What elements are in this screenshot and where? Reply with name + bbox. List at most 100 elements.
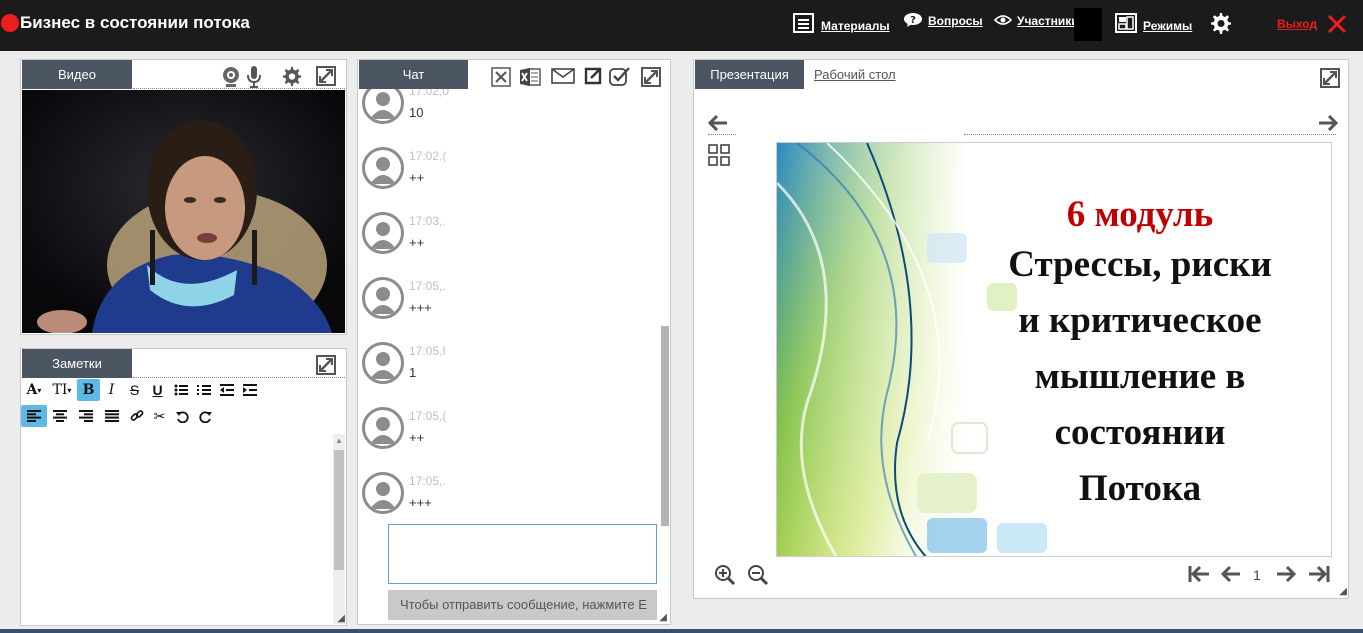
email-icon[interactable] — [551, 68, 575, 84]
user-avatar-icon — [362, 342, 404, 384]
checklist-icon[interactable] — [609, 66, 631, 86]
left-nav-divider — [708, 134, 736, 135]
user-avatar-icon — [362, 407, 404, 449]
previous-page-icon[interactable] — [1221, 565, 1241, 583]
chat-message: 17:05,. +++ — [362, 277, 662, 327]
redo-icon[interactable] — [194, 405, 217, 427]
notes-scrollbar-thumb[interactable] — [334, 450, 344, 570]
align-left-icon[interactable] — [21, 405, 47, 427]
align-justify-icon[interactable] — [99, 405, 125, 427]
materials-link[interactable]: Материалы — [792, 12, 890, 34]
align-right-icon[interactable] — [73, 405, 99, 427]
chat-message: 17:02,( ++ — [362, 147, 662, 197]
chat-message-input[interactable] — [388, 524, 657, 584]
video-expand-icon[interactable] — [316, 66, 336, 86]
message-text: ++ — [409, 170, 425, 185]
webcam-icon[interactable] — [221, 65, 241, 89]
popout-icon[interactable] — [584, 67, 602, 85]
chat-expand-icon[interactable] — [641, 67, 661, 87]
font-color-button[interactable]: A ▾ — [21, 379, 47, 401]
chat-panel: 17:02,0 10 17:02,( ++ 17:03,. ++ 17:05,.… — [357, 59, 671, 625]
align-center-icon[interactable] — [47, 405, 73, 427]
eye-icon — [994, 15, 1012, 25]
next-page-icon[interactable] — [1276, 565, 1296, 583]
underline-button[interactable]: U — [146, 379, 169, 401]
modes-label: Режимы — [1143, 19, 1193, 33]
chat-header: Чат — [358, 60, 670, 90]
notes-expand-icon[interactable] — [316, 355, 336, 375]
message-time: 17:03,. — [409, 214, 446, 228]
tab-video[interactable]: Видео — [22, 60, 132, 89]
exit-close-icon[interactable] — [1327, 14, 1347, 34]
zoom-out-icon[interactable] — [747, 564, 769, 586]
chat-message: 17:05,. +++ — [362, 472, 662, 522]
questions-label: Вопросы — [928, 14, 983, 28]
chat-message-list: 17:02,0 10 17:02,( ++ 17:03,. ++ 17:05,.… — [358, 60, 658, 520]
slide-module-title: 6 модуль — [1066, 194, 1214, 235]
notes-resize-handle[interactable]: ◢ — [337, 613, 345, 624]
video-panel: Видео — [20, 59, 347, 335]
outdent-icon[interactable] — [215, 379, 238, 401]
record-indicator-icon — [1, 14, 19, 32]
notes-toolbar-row-2: ✂ — [21, 405, 217, 427]
participants-label: Участники — [1017, 14, 1079, 28]
message-text: 1 — [409, 365, 417, 380]
message-text: +++ — [409, 300, 432, 315]
zoom-in-icon[interactable] — [714, 564, 736, 586]
message-time: 17:05,. — [409, 279, 446, 293]
tab-notes[interactable]: Заметки — [22, 349, 132, 378]
presentation-slide: 6 модуль Стрессы, риски и критическое мы… — [776, 142, 1332, 557]
slide-title-line: мышление в — [1034, 356, 1246, 397]
grid-view-icon[interactable] — [708, 144, 730, 166]
tab-chat[interactable]: Чат — [359, 60, 468, 89]
video-settings-gear-icon[interactable] — [281, 66, 303, 88]
svg-text:?: ? — [910, 15, 916, 26]
video-tab-divider — [133, 88, 345, 89]
bold-button[interactable]: B — [77, 379, 100, 401]
question-icon: ? — [904, 13, 922, 27]
materials-icon — [793, 13, 814, 33]
notes-tab-divider — [133, 377, 345, 378]
user-avatar-icon — [362, 147, 404, 189]
slide-title-line: состоянии — [1054, 412, 1226, 453]
strikethrough-button[interactable]: S — [123, 379, 146, 401]
tab-desktop[interactable]: Рабочий стол — [814, 67, 896, 82]
slide-title-block: 6 модуль Стрессы, риски и критическое мы… — [955, 193, 1325, 517]
chat-scrollbar[interactable] — [661, 326, 669, 526]
chat-resize-handle[interactable]: ◢ — [659, 612, 667, 623]
notes-text-area[interactable] — [22, 433, 332, 623]
bullet-list-icon[interactable] — [169, 379, 192, 401]
export-excel-icon[interactable] — [519, 67, 541, 87]
unlink-scissors-icon[interactable]: ✂ — [148, 405, 171, 427]
clear-chat-icon[interactable] — [491, 67, 511, 87]
exit-link[interactable]: Выход — [1277, 17, 1317, 31]
webcam-video-feed — [22, 90, 345, 333]
undo-icon[interactable] — [171, 405, 194, 427]
indent-icon[interactable] — [238, 379, 261, 401]
previous-arrow-icon[interactable] — [708, 115, 728, 131]
tab-presentation[interactable]: Презентация — [695, 60, 804, 89]
notes-scrollbar[interactable]: ▲ — [333, 434, 345, 624]
presentation-expand-icon[interactable] — [1320, 68, 1340, 88]
app-title: Бизнес в состоянии потока — [20, 13, 250, 32]
presentation-resize-handle[interactable]: ◢ — [1339, 586, 1347, 597]
slide-title-line: и критическое — [1018, 300, 1262, 341]
message-text: ++ — [409, 235, 425, 250]
modes-link[interactable]: Режимы — [1114, 12, 1192, 34]
participants-link[interactable]: Участники — [994, 12, 1079, 28]
user-avatar-icon — [362, 277, 404, 319]
first-page-icon[interactable] — [1188, 565, 1210, 583]
italic-button[interactable]: I — [100, 379, 123, 401]
microphone-icon[interactable] — [246, 65, 262, 89]
message-time: 17:05,I — [409, 344, 446, 358]
settings-gear-icon[interactable] — [1208, 11, 1232, 35]
next-arrow-icon[interactable] — [1318, 115, 1338, 131]
link-icon[interactable] — [125, 405, 148, 427]
font-size-button[interactable]: TI ▾ — [47, 379, 77, 401]
numbered-list-icon[interactable] — [192, 379, 215, 401]
slide-title-line: Стрессы, риски — [1008, 244, 1272, 285]
questions-link[interactable]: ? Вопросы — [903, 12, 983, 28]
message-time: 17:05,. — [409, 474, 446, 488]
bottom-border — [0, 629, 1363, 633]
last-page-icon[interactable] — [1308, 565, 1330, 583]
